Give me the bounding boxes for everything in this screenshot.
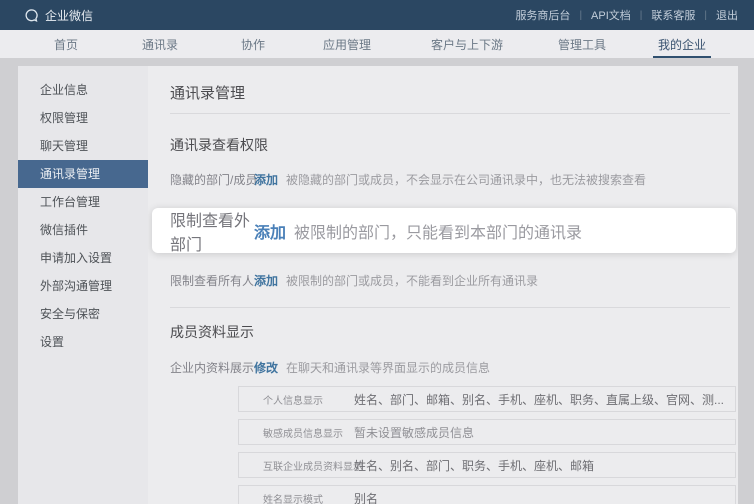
- tab-contacts[interactable]: 通讯录: [106, 30, 214, 58]
- divider: [170, 113, 730, 114]
- tab-collaboration[interactable]: 协作: [214, 30, 292, 58]
- wechat-work-logo-icon: [24, 8, 39, 23]
- section-heading-view-permissions: 通讯录查看权限: [170, 135, 738, 155]
- detail-label: 姓名显示模式: [263, 491, 354, 504]
- detail-value: 姓名、部门、邮箱、别名、手机、座机、职务、直属上级、官网、测...: [354, 391, 734, 408]
- detail-value: 姓名、别名、部门、职务、手机、座机、邮箱: [354, 457, 604, 474]
- sidebar-item-wechat-plugin[interactable]: 微信插件: [18, 216, 148, 244]
- main-content: 通讯录管理 通讯录查看权限 隐藏的部门/成员 添加 被隐藏的部门或成员，不会显示…: [148, 66, 738, 504]
- settings-sidebar: 企业信息 权限管理 聊天管理 通讯录管理 工作台管理 微信插件 申请加入设置 外…: [18, 66, 148, 504]
- app-logo[interactable]: 企业微信: [24, 7, 93, 24]
- detail-row-personal-info: 个人信息显示 姓名、部门、邮箱、别名、手机、座机、职务、直属上级、官网、测...: [238, 386, 736, 412]
- setting-label: 限制查看外部门: [170, 207, 254, 255]
- content-panel: 企业信息 权限管理 聊天管理 通讯录管理 工作台管理 微信插件 申请加入设置 外…: [18, 66, 738, 504]
- detail-row-sensitive-info: 敏感成员信息显示 暂未设置敏感成员信息: [238, 419, 736, 445]
- setting-row-internal-profile: 企业内资料展示 修改 在聊天和通讯录等界面显示的成员信息: [170, 359, 738, 376]
- tab-my-company[interactable]: 我的企业: [632, 30, 732, 58]
- setting-description: 在聊天和通讯录等界面显示的成员信息: [286, 359, 490, 376]
- setting-row-restrict-view-all: 限制查看所有人 添加 被限制的部门或成员，不能看到企业所有通讯录: [170, 272, 738, 289]
- add-link[interactable]: 添加: [254, 272, 278, 289]
- sidebar-item-permission-management[interactable]: 权限管理: [18, 104, 148, 132]
- tab-admin-tools[interactable]: 管理工具: [532, 30, 632, 58]
- sidebar-item-external-communication[interactable]: 外部沟通管理: [18, 272, 148, 300]
- section-heading-member-profile: 成员资料显示: [170, 322, 738, 342]
- setting-label: 隐藏的部门/成员: [170, 171, 254, 188]
- topbar-links: 服务商后台 | API文档 | 联系客服 | 退出: [506, 7, 740, 23]
- tab-home[interactable]: 首页: [26, 30, 106, 58]
- sidebar-item-security[interactable]: 安全与保密: [18, 300, 148, 328]
- setting-description: 被限制的部门或成员，不能看到企业所有通讯录: [286, 272, 538, 289]
- topbar-link-logout[interactable]: 退出: [707, 7, 740, 23]
- spotlight-highlight-box: 限制查看外部门 添加 被限制的部门，只能看到本部门的通讯录: [152, 208, 736, 253]
- detail-label: 互联企业成员资料显示: [263, 458, 354, 473]
- detail-value: 别名: [354, 490, 388, 504]
- app-title: 企业微信: [45, 7, 93, 24]
- divider: [170, 307, 730, 308]
- tab-app-management[interactable]: 应用管理: [292, 30, 402, 58]
- topbar: 企业微信 服务商后台 | API文档 | 联系客服 | 退出: [0, 0, 754, 30]
- sidebar-item-chat-management[interactable]: 聊天管理: [18, 132, 148, 160]
- topbar-link-service-provider[interactable]: 服务商后台: [506, 7, 579, 23]
- setting-row-hidden-departments: 隐藏的部门/成员 添加 被隐藏的部门或成员，不会显示在公司通讯录中，也无法被搜索…: [170, 171, 738, 188]
- setting-label: 企业内资料展示: [170, 359, 254, 376]
- topbar-link-contact-support[interactable]: 联系客服: [642, 7, 704, 23]
- setting-description: 被隐藏的部门或成员，不会显示在公司通讯录中，也无法被搜索查看: [286, 171, 646, 188]
- main-nav: 首页 通讯录 协作 应用管理 客户与上下游 管理工具 我的企业: [0, 30, 754, 58]
- setting-label: 限制查看所有人: [170, 272, 254, 289]
- topbar-link-api-docs[interactable]: API文档: [582, 7, 640, 23]
- sidebar-item-contacts-management[interactable]: 通讯录管理: [18, 160, 148, 188]
- detail-value: 暂未设置敏感成员信息: [354, 424, 484, 441]
- modify-link[interactable]: 修改: [254, 359, 278, 376]
- add-link[interactable]: 添加: [254, 219, 286, 243]
- setting-description: 被限制的部门，只能看到本部门的通讯录: [294, 219, 582, 243]
- sidebar-item-workbench-management[interactable]: 工作台管理: [18, 188, 148, 216]
- detail-label: 敏感成员信息显示: [263, 425, 354, 440]
- page-title: 通讯录管理: [170, 66, 738, 113]
- detail-row-name-display-mode: 姓名显示模式 别名: [238, 485, 736, 504]
- detail-label: 个人信息显示: [263, 392, 354, 407]
- add-link[interactable]: 添加: [254, 171, 278, 188]
- detail-row-linked-company-profile: 互联企业成员资料显示 姓名、别名、部门、职务、手机、座机、邮箱: [238, 452, 736, 478]
- tab-customers[interactable]: 客户与上下游: [402, 30, 532, 58]
- sidebar-item-company-info[interactable]: 企业信息: [18, 76, 148, 104]
- sidebar-item-join-settings[interactable]: 申请加入设置: [18, 244, 148, 272]
- sidebar-item-settings[interactable]: 设置: [18, 328, 148, 356]
- profile-detail-list: 个人信息显示 姓名、部门、邮箱、别名、手机、座机、职务、直属上级、官网、测...…: [238, 386, 736, 504]
